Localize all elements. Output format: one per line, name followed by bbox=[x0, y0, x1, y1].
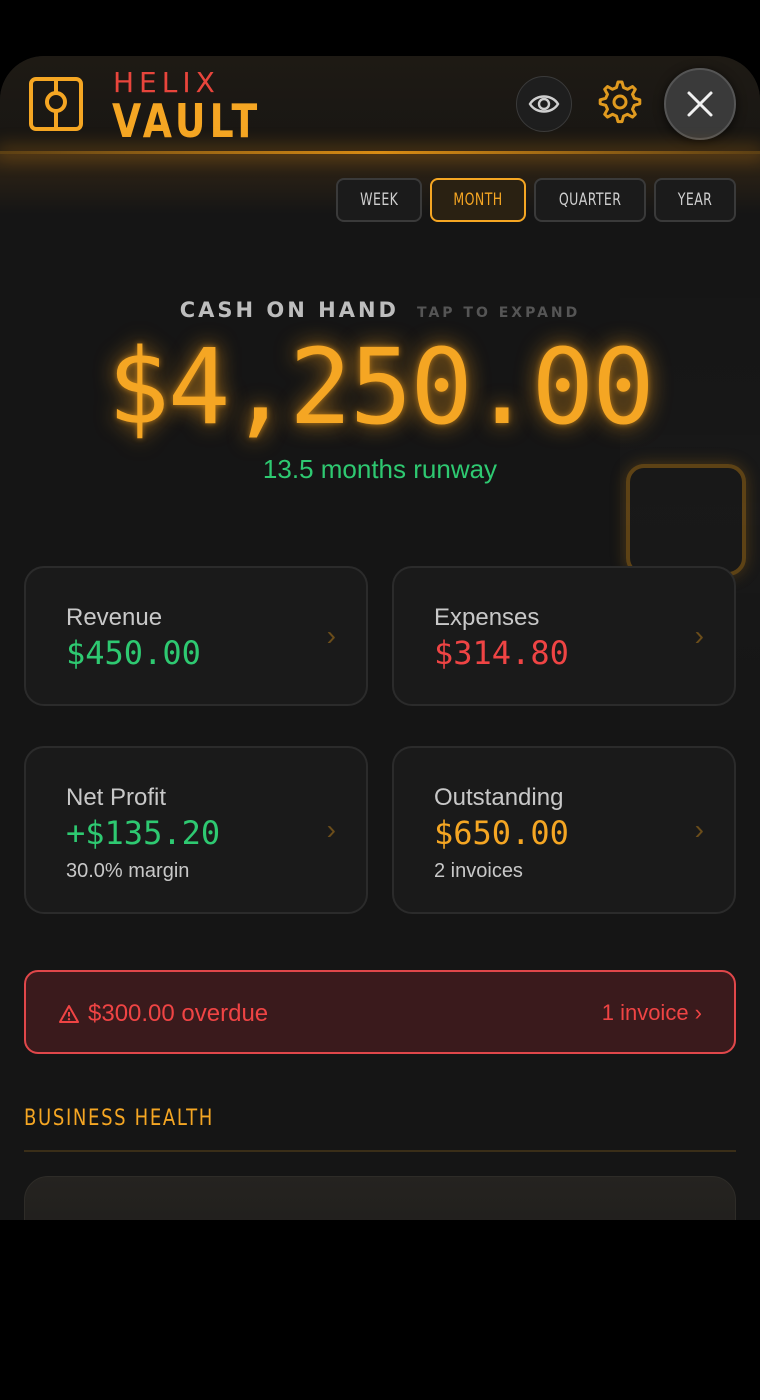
outstanding-value: $650.00 bbox=[434, 814, 569, 852]
business-health-title: BUSINESS HEALTH bbox=[24, 1106, 214, 1131]
net-profit-card[interactable]: Net Profit +$135.20 30.0% margin › bbox=[24, 746, 368, 914]
period-year-button[interactable]: YEAR bbox=[654, 178, 736, 222]
cash-on-hand-header[interactable]: CASH ON HAND TAP TO EXPAND bbox=[0, 298, 760, 322]
outstanding-label: Outstanding bbox=[434, 784, 564, 811]
privacy-toggle-button[interactable] bbox=[516, 76, 572, 132]
gear-icon[interactable] bbox=[594, 78, 642, 126]
tap-to-expand-hint: TAP TO EXPAND bbox=[416, 305, 581, 321]
overdue-amount-text: $300.00 overdue bbox=[88, 1000, 269, 1027]
chevron-right-icon: › bbox=[326, 814, 336, 845]
revenue-value: $450.00 bbox=[66, 634, 201, 672]
outstanding-card[interactable]: Outstanding $650.00 2 invoices › bbox=[392, 746, 736, 914]
overdue-invoice-link[interactable]: 1 invoice › bbox=[602, 1000, 702, 1026]
invoice-count-text: 2 invoices bbox=[434, 860, 523, 882]
chevron-right-icon: › bbox=[694, 620, 704, 651]
app-window: HELIX VAULT WEEK MONTH QUARTER YEAR CASH… bbox=[0, 56, 760, 1220]
overdue-alert[interactable]: $300.00 overdue 1 invoice › bbox=[24, 970, 736, 1054]
brand-title: VAULT bbox=[112, 94, 262, 148]
period-quarter-button[interactable]: QUARTER bbox=[534, 178, 646, 222]
net-profit-value: +$135.20 bbox=[66, 814, 221, 852]
overdue-message: $300.00 overdue bbox=[58, 1000, 268, 1028]
section-divider bbox=[24, 1150, 736, 1152]
focus-outline bbox=[626, 464, 746, 576]
expenses-value: $314.80 bbox=[434, 634, 569, 672]
close-button[interactable] bbox=[664, 68, 736, 140]
safe-logo-icon[interactable] bbox=[28, 76, 84, 132]
cash-on-hand-amount[interactable]: $4,250.00 bbox=[0, 326, 760, 448]
period-month-button[interactable]: MONTH bbox=[430, 178, 526, 222]
revenue-card[interactable]: Revenue $450.00 › bbox=[24, 566, 368, 706]
eye-icon bbox=[528, 95, 560, 113]
net-profit-label: Net Profit bbox=[66, 784, 167, 811]
cash-on-hand-label: CASH ON HAND bbox=[179, 298, 399, 322]
margin-text: 30.0% margin bbox=[66, 860, 190, 882]
period-week-button[interactable]: WEEK bbox=[336, 178, 422, 222]
chevron-right-icon: › bbox=[694, 814, 704, 845]
business-health-card[interactable] bbox=[24, 1176, 736, 1220]
chevron-right-icon: › bbox=[326, 620, 336, 651]
header: HELIX VAULT bbox=[0, 56, 760, 154]
expenses-label: Expenses bbox=[434, 604, 540, 631]
expenses-card[interactable]: Expenses $314.80 › bbox=[392, 566, 736, 706]
close-icon bbox=[687, 91, 713, 117]
revenue-label: Revenue bbox=[66, 604, 163, 631]
warning-icon bbox=[59, 1005, 79, 1023]
